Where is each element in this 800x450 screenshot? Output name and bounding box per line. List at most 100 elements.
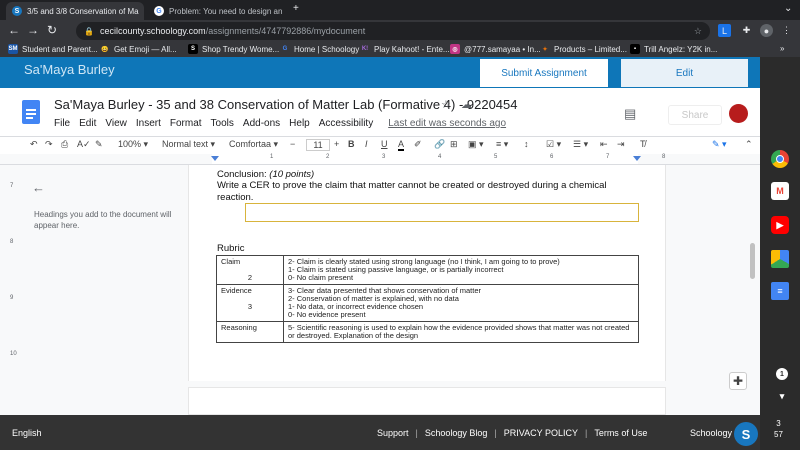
add-comment-icon[interactable]: ⊞: [450, 139, 458, 150]
checklist-icon[interactable]: ☑ ▾: [546, 139, 561, 150]
spellcheck-icon[interactable]: A✓: [77, 139, 91, 150]
bookmark-label: Products – Limited...: [554, 44, 627, 54]
rubric-criterion: Reasoning: [221, 323, 257, 332]
forward-arrow-icon[interactable]: →: [27, 23, 39, 37]
bookmark-kahoot[interactable]: K! Play Kahoot! - Ente...: [360, 44, 450, 54]
decrease-font-size-button[interactable]: −: [290, 139, 295, 149]
bookmark-get-emoji[interactable]: 😀 Get Emoji — All...: [100, 44, 176, 54]
wifi-icon[interactable]: ▾: [776, 390, 788, 402]
bookmark-home-schoology[interactable]: G Home | Schoology: [280, 44, 360, 54]
browser-menu-icon[interactable]: ⋮: [780, 24, 793, 37]
line-spacing-icon[interactable]: ↕: [524, 139, 529, 149]
share-button[interactable]: Share: [668, 105, 722, 125]
close-tab-icon[interactable]: ✕: [139, 6, 144, 17]
profile-icon[interactable]: ●: [760, 24, 773, 37]
redo-icon[interactable]: ↷: [45, 139, 53, 150]
italic-button[interactable]: I: [365, 139, 368, 149]
cloud-status-icon[interactable]: ☁: [461, 98, 472, 111]
gmail-icon[interactable]: M: [771, 182, 789, 200]
schoology-logo-icon[interactable]: S: [734, 422, 758, 446]
underline-button[interactable]: U: [381, 139, 388, 149]
reload-icon[interactable]: ↻: [47, 23, 57, 37]
increase-font-size-button[interactable]: +: [334, 139, 339, 149]
menu-add-ons[interactable]: Add-ons: [243, 118, 280, 129]
answer-box[interactable]: [245, 203, 639, 222]
undo-icon[interactable]: ↶: [30, 139, 38, 150]
insert-image-icon[interactable]: ▣ ▾: [468, 139, 484, 150]
zoom-select[interactable]: 100% ▾: [118, 139, 148, 150]
bookmark-instagram[interactable]: ◎ @777.samayaa • In...: [450, 44, 541, 54]
vruler-number: 9: [10, 295, 14, 301]
menu-view[interactable]: View: [105, 118, 127, 129]
editing-mode-icon[interactable]: ✎ ▾: [712, 139, 727, 150]
footer-link-privacy[interactable]: PRIVACY POLICY: [504, 428, 578, 438]
submit-assignment-button[interactable]: Submit Assignment: [480, 59, 608, 87]
google-docs-icon[interactable]: ≡: [771, 282, 789, 300]
comment-history-icon[interactable]: ▤: [624, 106, 636, 122]
style-select[interactable]: Normal text ▾: [162, 139, 215, 150]
notification-badge[interactable]: 1: [776, 368, 788, 380]
font-select[interactable]: Comfortaa ▾: [229, 139, 278, 150]
menu-help[interactable]: Help: [289, 118, 310, 129]
bookmark-student-parent[interactable]: SM Student and Parent...: [8, 44, 98, 54]
explore-button[interactable]: ✚: [729, 372, 747, 390]
play-store-icon[interactable]: [771, 250, 789, 268]
chrome-icon[interactable]: [771, 150, 789, 168]
outline-back-arrow-icon[interactable]: ←: [32, 180, 45, 195]
last-edit-link[interactable]: Last edit was seconds ago: [388, 118, 506, 129]
bookmark-shop-trendy[interactable]: S Shop Trendy Wome...: [188, 44, 279, 54]
next-document-page[interactable]: [188, 387, 666, 415]
footer-link-terms[interactable]: Terms of Use: [594, 428, 647, 438]
ruler-page-area: [212, 154, 638, 164]
tab-search-icon[interactable]: ⌄: [784, 3, 792, 14]
avatar[interactable]: [729, 104, 748, 123]
collapse-menus-icon[interactable]: ⌃: [745, 139, 753, 150]
new-tab-button[interactable]: +: [293, 3, 299, 14]
lock-icon: 🔒: [84, 26, 94, 36]
align-icon[interactable]: ≡ ▾: [496, 139, 508, 150]
style-value: Normal text: [162, 139, 209, 149]
document-page[interactable]: Conclusion: (10 points) Write a CER to p…: [188, 165, 666, 381]
bookmark-star-icon[interactable]: ☆: [694, 26, 702, 37]
decrease-indent-icon[interactable]: ⇤: [600, 139, 608, 150]
right-indent-marker[interactable]: [633, 156, 641, 161]
back-arrow-icon[interactable]: ←: [8, 23, 20, 37]
system-clock[interactable]: 3 57: [774, 418, 783, 440]
puzzle-extensions-icon[interactable]: ✚: [740, 24, 753, 37]
close-tab-icon[interactable]: ✕: [282, 6, 286, 17]
menu-insert[interactable]: Insert: [136, 118, 161, 129]
clear-formatting-icon[interactable]: T̸: [640, 139, 646, 149]
tab-conservation-of-matter[interactable]: S 3/5 and 3/8 Conservation of Ma ✕: [6, 2, 144, 20]
paint-format-icon[interactable]: ✎: [95, 139, 103, 150]
menu-accessibility[interactable]: Accessibility: [319, 118, 373, 129]
highlight-icon[interactable]: ✐: [414, 139, 422, 150]
bookmark-products-limited[interactable]: ✦ Products – Limited...: [540, 44, 627, 54]
print-icon[interactable]: ⎙: [61, 139, 68, 150]
bulleted-list-icon[interactable]: ☰ ▾: [573, 139, 588, 150]
google-docs-logo-icon[interactable]: [22, 100, 40, 124]
address-bar[interactable]: 🔒 cecilcounty.schoology.com/assignments/…: [76, 22, 710, 40]
youtube-icon[interactable]: ▶: [771, 216, 789, 234]
footer-link-blog[interactable]: Schoology Blog: [425, 428, 488, 438]
tab-problem-design[interactable]: G Problem: You need to design an ✕: [148, 2, 286, 20]
bookmarks-overflow-button[interactable]: »: [780, 44, 784, 53]
document-scrollbar[interactable]: [750, 243, 755, 279]
star-icon[interactable]: ☆: [441, 98, 451, 111]
edit-button[interactable]: Edit: [621, 59, 748, 87]
left-indent-marker[interactable]: [211, 156, 219, 161]
rubric-line: 0- No claim present: [288, 273, 354, 282]
menu-format[interactable]: Format: [170, 118, 202, 129]
increase-indent-icon[interactable]: ⇥: [617, 139, 625, 150]
menu-edit[interactable]: Edit: [79, 118, 96, 129]
footer-link-support[interactable]: Support: [377, 428, 409, 438]
bookmark-trill-angelz[interactable]: ▪ Trill Angelz: Y2K in...: [630, 44, 717, 54]
ruler-number: 1: [270, 154, 274, 160]
bold-button[interactable]: B: [348, 139, 355, 149]
language-selector[interactable]: English: [12, 428, 42, 438]
menu-tools[interactable]: Tools: [211, 118, 234, 129]
font-size-input[interactable]: 11: [306, 139, 330, 151]
link-icon[interactable]: 🔗: [434, 139, 445, 150]
extension-icon[interactable]: L: [718, 24, 731, 37]
menu-file[interactable]: File: [54, 118, 70, 129]
text-color-button[interactable]: A: [398, 139, 405, 151]
